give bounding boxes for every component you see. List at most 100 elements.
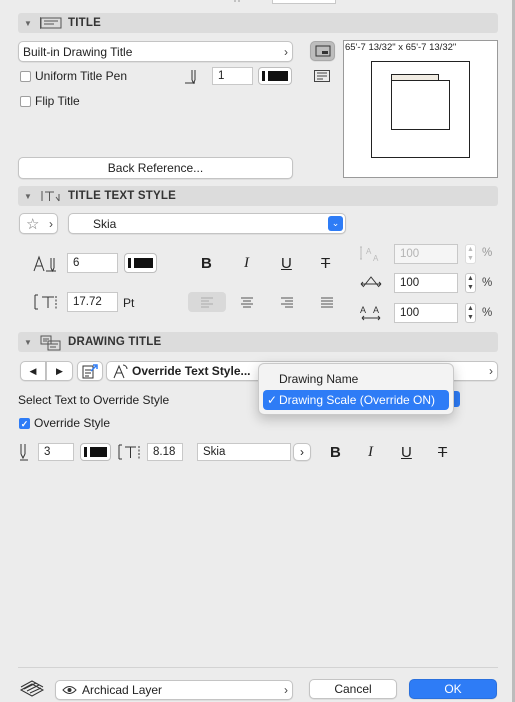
underline-button[interactable]: U bbox=[281, 255, 292, 272]
override-italic-button[interactable]: I bbox=[368, 444, 373, 461]
chevron-right-icon: › bbox=[300, 445, 304, 459]
dropdown-item-label: Drawing Name bbox=[279, 372, 359, 386]
override-underline-button[interactable]: U bbox=[401, 444, 412, 461]
collapse-triangle-icon[interactable]: ▼ bbox=[24, 192, 34, 201]
char-spacing-field[interactable]: 100 bbox=[394, 303, 458, 323]
favorites-button[interactable]: ☆ › bbox=[19, 213, 58, 234]
footer-divider bbox=[18, 667, 498, 668]
text-size-icon bbox=[34, 293, 64, 311]
layer-icon bbox=[19, 680, 45, 698]
title-pen-color-swatch[interactable] bbox=[258, 67, 292, 85]
strikethrough-button[interactable]: T bbox=[321, 255, 330, 272]
pen-icon bbox=[183, 66, 205, 86]
chevron-right-icon: › bbox=[49, 216, 53, 231]
override-bold-button[interactable]: B bbox=[330, 444, 341, 461]
triangle-left-icon: ◀ bbox=[29, 365, 37, 376]
text-pen-icon bbox=[32, 254, 64, 274]
svg-text:A: A bbox=[373, 254, 379, 263]
align-center-button[interactable] bbox=[228, 292, 266, 312]
bold-button[interactable]: B bbox=[201, 255, 212, 272]
align-right-button[interactable] bbox=[268, 292, 306, 312]
title-preview-toggle-button[interactable] bbox=[310, 41, 335, 61]
override-size-field[interactable]: 8.18 bbox=[147, 443, 183, 461]
back-reference-button[interactable]: Back Reference... bbox=[18, 157, 293, 179]
line-spacing-icon: AA bbox=[359, 243, 383, 263]
line-spacing-field: 100 bbox=[394, 244, 458, 264]
title-pen-field[interactable]: 1 bbox=[212, 67, 253, 85]
override-style-label: Override Style bbox=[34, 416, 111, 430]
char-spacing-stepper[interactable]: ▲ ▼ bbox=[465, 303, 476, 323]
title-text-style-header[interactable]: ▼ TITLE TEXT STYLE bbox=[18, 186, 498, 206]
chevron-right-icon: › bbox=[489, 364, 493, 378]
chevron-right-icon: › bbox=[284, 683, 288, 697]
override-font-menu-button[interactable]: › bbox=[293, 443, 311, 461]
text-style-icon bbox=[40, 189, 62, 203]
width-factor-percent: % bbox=[482, 277, 493, 289]
checkmark-icon: ✓ bbox=[267, 393, 278, 407]
title-type-select[interactable]: Built-in Drawing Title › bbox=[18, 41, 293, 62]
drawing-title-icon bbox=[40, 335, 62, 351]
dropdown-item-drawing-name[interactable]: Drawing Name bbox=[263, 369, 449, 389]
star-icon: ☆ bbox=[26, 215, 40, 233]
flip-title-label: Flip Title bbox=[35, 94, 80, 108]
align-center-icon bbox=[241, 297, 253, 308]
override-pen-icon bbox=[18, 442, 32, 462]
title-section-header[interactable]: ▼ TITLE bbox=[18, 13, 498, 33]
title-text-style-label: TITLE TEXT STYLE bbox=[68, 190, 176, 202]
override-style-checkbox[interactable]: ✓ bbox=[19, 418, 30, 429]
ok-button[interactable]: OK bbox=[409, 679, 497, 699]
text-size-field[interactable]: 17.72 bbox=[67, 292, 118, 312]
autotext-button[interactable] bbox=[77, 361, 103, 381]
text-color-swatch[interactable] bbox=[124, 253, 157, 273]
italic-button[interactable]: I bbox=[244, 255, 249, 272]
drawing-title-label: DRAWING TITLE bbox=[68, 336, 162, 348]
collapse-triangle-icon[interactable]: ▼ bbox=[24, 338, 34, 347]
back-reference-label: Back Reference... bbox=[107, 161, 204, 175]
dropdown-item-drawing-scale[interactable]: ✓ Drawing Scale (Override ON) bbox=[263, 390, 449, 410]
font-value: Skia bbox=[93, 216, 117, 231]
triangle-right-icon: ▶ bbox=[56, 365, 63, 376]
title-section-label: TITLE bbox=[68, 17, 101, 29]
alignment-group bbox=[188, 292, 346, 312]
align-left-button[interactable] bbox=[188, 292, 226, 312]
char-spacing-icon: AA bbox=[359, 303, 383, 323]
cancel-button[interactable]: Cancel bbox=[309, 679, 397, 699]
title-preview-panel: 65'-7 13/32" x 65'-7 13/32" bbox=[343, 40, 498, 178]
override-strikethrough-button[interactable]: T bbox=[438, 444, 447, 461]
ok-label: OK bbox=[444, 682, 462, 696]
font-select[interactable]: Skia ⌄ bbox=[68, 213, 346, 234]
width-factor-icon bbox=[359, 273, 383, 293]
align-left-icon bbox=[201, 297, 213, 308]
layer-select[interactable]: Archicad Layer › bbox=[55, 680, 293, 700]
svg-text:A: A bbox=[360, 305, 366, 315]
override-text-style-label: Override Text Style... bbox=[132, 364, 251, 378]
autotext-icon bbox=[82, 364, 98, 379]
override-text-style-icon bbox=[113, 363, 129, 379]
uniform-title-pen-checkbox[interactable] bbox=[20, 71, 31, 82]
collapse-triangle-icon[interactable]: ▼ bbox=[24, 19, 34, 28]
prev-text-button[interactable]: ◀ bbox=[20, 361, 46, 381]
override-pen-field[interactable]: 3 bbox=[38, 443, 74, 461]
svg-text:A: A bbox=[366, 247, 372, 256]
flip-title-checkbox[interactable] bbox=[20, 96, 31, 107]
next-text-button[interactable]: ▶ bbox=[46, 361, 73, 381]
preview-drawing-box bbox=[391, 80, 450, 130]
line-spacing-percent: % bbox=[482, 247, 493, 259]
layer-value: Archicad Layer bbox=[82, 683, 163, 697]
top-cutoff-icon bbox=[232, 0, 246, 4]
eye-icon bbox=[62, 685, 77, 695]
align-justify-button[interactable] bbox=[308, 292, 346, 312]
width-factor-field[interactable]: 100 bbox=[394, 273, 458, 293]
override-font-field[interactable]: Skia bbox=[197, 443, 291, 461]
title-type-value: Built-in Drawing Title bbox=[23, 44, 133, 59]
override-color-swatch[interactable] bbox=[80, 443, 111, 461]
text-pen-field[interactable]: 6 bbox=[67, 253, 118, 273]
line-spacing-stepper: ▲ ▼ bbox=[465, 244, 476, 264]
dropdown-arrow-icon: ⌄ bbox=[328, 216, 343, 231]
drawing-title-header[interactable]: ▼ DRAWING TITLE bbox=[18, 332, 498, 352]
preview-dimensions: 65'-7 13/32" x 65'-7 13/32" bbox=[345, 42, 457, 53]
width-factor-stepper[interactable]: ▲ ▼ bbox=[465, 273, 476, 293]
title-section-icon bbox=[40, 16, 62, 30]
uniform-title-pen-label: Uniform Title Pen bbox=[35, 69, 128, 83]
cancel-label: Cancel bbox=[334, 682, 372, 696]
